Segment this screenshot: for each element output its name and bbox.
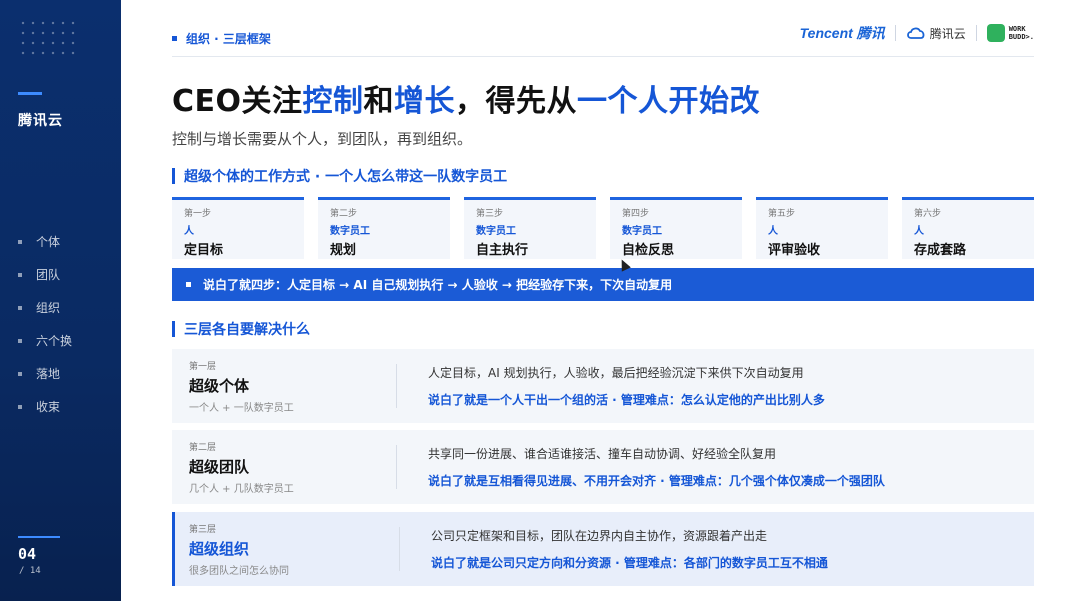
layer-divider — [399, 527, 400, 571]
step-card-5[interactable]: 第五步 人 评审验收 — [756, 197, 888, 259]
step-card-6[interactable]: 第六步 人 存成套路 — [902, 197, 1034, 259]
sidebar-item-organization[interactable]: 组织 — [18, 291, 72, 324]
logo-divider — [975, 25, 977, 41]
section-header-layers: 三层各自要解决什么 — [172, 319, 310, 339]
layer-divider — [396, 364, 397, 408]
step-card-4[interactable]: 第四步 数字员工 自检反思 — [610, 197, 742, 259]
logo-divider — [894, 25, 896, 41]
cloud-icon — [906, 27, 925, 39]
layer-name: 超级团队 — [189, 457, 250, 476]
bullet-icon — [18, 305, 22, 310]
sidebar-nav: 个体 团队 组织 六个换 落地 收束 — [18, 225, 72, 423]
step-card-3[interactable]: 第三步 数字员工 自主执行 — [464, 197, 596, 259]
bullet-icon — [18, 404, 22, 409]
brand-accent-bar — [18, 92, 42, 95]
step-card-2[interactable]: 第二步 数字员工 规划 — [318, 197, 450, 259]
sidebar-item-six-changes[interactable]: 六个换 — [18, 324, 72, 357]
page-subtitle: 控制与增长需要从个人，到团队，再到组织。 — [172, 130, 473, 148]
layer-name: 超级组织 — [189, 539, 250, 558]
sidebar-item-individual[interactable]: 个体 — [18, 225, 72, 258]
breadcrumb: 组织 · 三层框架 — [172, 30, 271, 47]
layer-name: 超级个体 — [189, 376, 250, 395]
sidebar: 腾讯云 个体 团队 组织 六个换 落地 收束 04 / 14 — [0, 0, 121, 601]
header-divider — [172, 56, 1034, 57]
bullet-icon — [18, 338, 22, 343]
page-accent-line — [18, 536, 60, 538]
section-header-workflow: 超级个体的工作方式 · 一个人怎么带这一队数字员工 — [172, 166, 507, 186]
tencent-cloud-logo: 腾讯云 — [906, 25, 966, 42]
workbuddy-mark-icon — [986, 24, 1005, 42]
layer-card-team[interactable]: 第二层 超级团队 几个人 + 几队数字员工 共享同一份进展、谁合适谁接活、撞车自… — [172, 430, 1034, 504]
tencent-logo: Tencent 腾讯 — [799, 25, 885, 41]
section-bar-icon — [172, 321, 175, 337]
sidebar-item-closing[interactable]: 收束 — [18, 390, 72, 423]
dot-grid-decoration — [18, 18, 78, 58]
sidebar-brand: 腾讯云 — [18, 113, 63, 129]
layer-card-individual[interactable]: 第一层 超级个体 一个人 + 一队数字员工 人定目标，AI 规划执行，人验收，最… — [172, 349, 1034, 423]
step-card-1[interactable]: 第一步 人 定目标 — [172, 197, 304, 259]
sidebar-item-landing[interactable]: 落地 — [18, 357, 72, 390]
logo-bar: Tencent 腾讯 腾讯云 WORK BUDD>. — [800, 22, 1034, 44]
summary-banner: 说白了就四步：人定目标 → AI 自己规划执行 → 人验收 → 把经验存下来，下… — [172, 268, 1034, 301]
bullet-icon — [18, 239, 22, 244]
steps-row: 第一步 人 定目标 第二步 数字员工 规划 第三步 数字员工 自主执行 第四步 … — [172, 197, 1034, 259]
section-bar-icon — [172, 168, 175, 184]
layer-card-organization[interactable]: 第三层 超级组织 很多团队之间怎么协同 公司只定框架和目标，团队在边界内自主协作… — [172, 512, 1034, 586]
page-title: CEO关注控制和增长，得先从一个人开始改 — [172, 84, 761, 119]
square-bullet-icon — [172, 36, 177, 41]
workbuddy-logo: WORK BUDD>. — [986, 24, 1034, 42]
page-total: / 14 — [19, 566, 41, 576]
layer-divider — [396, 445, 397, 489]
square-bullet-icon — [186, 282, 191, 287]
bullet-icon — [18, 371, 22, 376]
sidebar-item-team[interactable]: 团队 — [18, 258, 72, 291]
bullet-icon — [18, 272, 22, 277]
page-number: 04 — [18, 545, 37, 563]
